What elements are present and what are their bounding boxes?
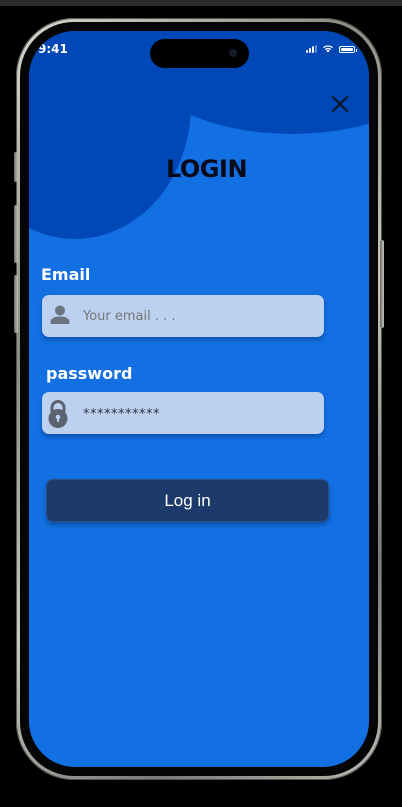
desktop-top-bar xyxy=(0,0,402,6)
signal-icon xyxy=(306,45,317,53)
wifi-icon xyxy=(323,45,333,53)
close-icon[interactable] xyxy=(329,93,351,115)
side-button-power xyxy=(380,240,384,328)
status-icons xyxy=(306,44,357,53)
dynamic-island xyxy=(150,39,249,68)
battery-icon xyxy=(339,46,357,53)
email-label: Email xyxy=(41,265,91,284)
email-field[interactable] xyxy=(42,295,324,337)
side-button-volume-up xyxy=(14,205,18,263)
page-title: LOGIN xyxy=(165,155,248,183)
password-input[interactable]: *********** xyxy=(83,407,313,422)
status-time: 9:41 xyxy=(38,42,68,56)
camera-icon xyxy=(229,49,237,57)
lock-icon xyxy=(48,400,68,428)
password-label: password xyxy=(46,364,133,383)
side-button-volume-down xyxy=(14,275,18,333)
password-field[interactable]: *********** xyxy=(42,392,324,434)
login-button[interactable]: Log in xyxy=(46,479,329,522)
email-input[interactable] xyxy=(83,308,313,324)
side-button-action xyxy=(14,152,18,182)
user-icon xyxy=(50,305,70,324)
login-screen: 9:41 LOGIN Email password xyxy=(29,31,369,767)
